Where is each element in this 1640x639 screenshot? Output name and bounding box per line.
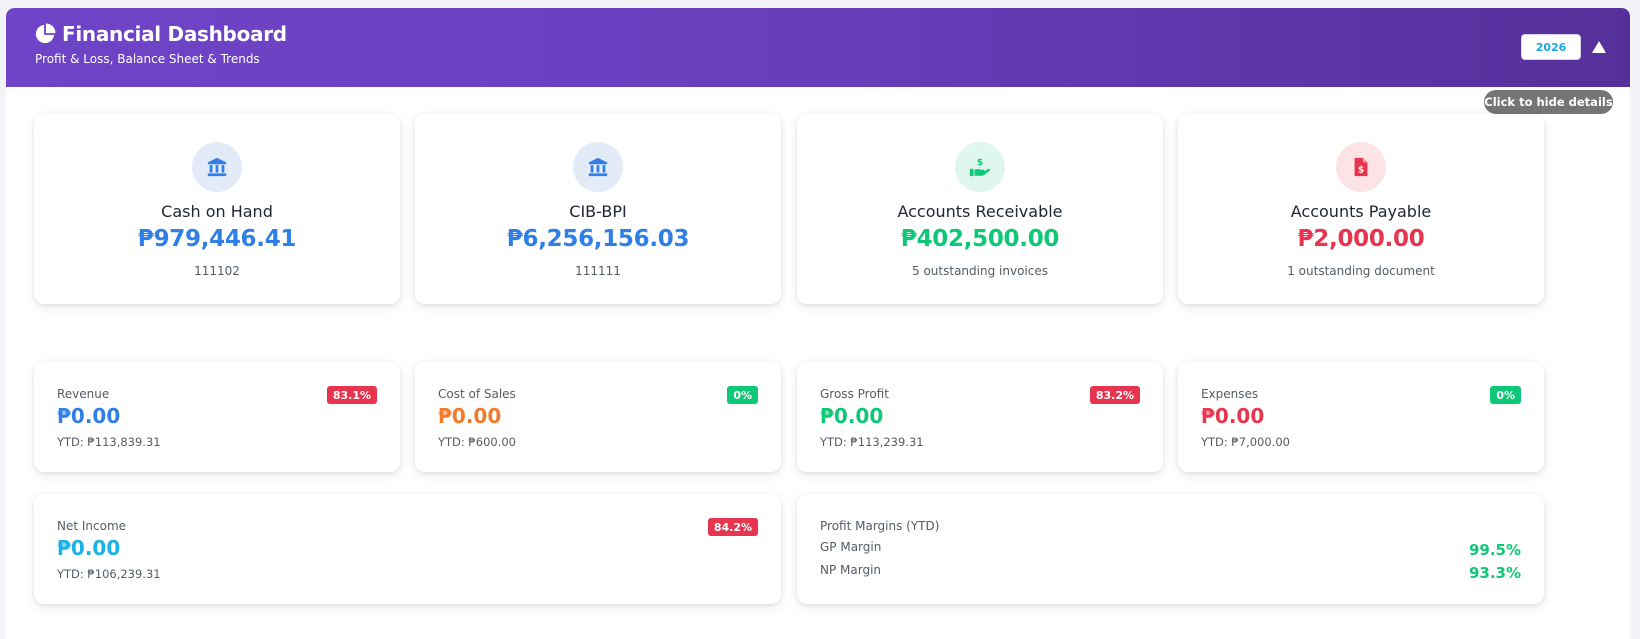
account-card-cib-bpi: CIB-BPI ₱6,256,156.03 111111 [415, 114, 781, 304]
metric-ytd: YTD: ₱113,839.31 [57, 435, 161, 449]
metric-value: ₱0.00 [57, 404, 121, 428]
account-code: 111111 [575, 264, 621, 278]
metric-badge: 83.1% [326, 386, 377, 404]
year-select-button[interactable]: 2026 [1521, 34, 1581, 60]
metric-label: Gross Profit [820, 387, 889, 401]
svg-text:$: $ [1358, 165, 1364, 176]
pie-chart-icon [35, 23, 56, 44]
account-amount: ₱979,446.41 [137, 226, 297, 252]
metric-card-revenue: Revenue 83.1% ₱0.00 YTD: ₱113,839.31 [34, 362, 400, 472]
profit-margins-card: Profit Margins (YTD) GP Margin NP Margin… [797, 494, 1544, 604]
net-income-badge: 84.2% [707, 518, 758, 536]
account-subtext: 5 outstanding invoices [912, 264, 1048, 278]
collapse-caret-icon[interactable] [1590, 38, 1608, 56]
dashboard-panel: Financial Dashboard Profit & Loss, Balan… [6, 8, 1630, 639]
metric-label: Expenses [1201, 387, 1259, 401]
hand-dollar-icon: $ [955, 142, 1005, 192]
account-card-cash-on-hand: Cash on Hand ₱979,446.41 111102 [34, 114, 400, 304]
invoice-dollar-icon: $ [1336, 142, 1386, 192]
net-income-label: Net Income [57, 519, 127, 533]
account-card-accounts-receivable: $ Accounts Receivable ₱402,500.00 5 outs… [797, 114, 1163, 304]
metric-badge: 0% [1490, 386, 1521, 404]
gp-margin-value: 99.5% [1468, 541, 1521, 559]
net-income-card: Net Income 84.2% ₱0.00 YTD: ₱106,239.31 [34, 494, 781, 604]
hide-details-tooltip: Click to hide details [1484, 90, 1613, 114]
metric-value: ₱0.00 [820, 404, 884, 428]
account-name: Cash on Hand [161, 202, 273, 221]
dashboard-title: Financial Dashboard [34, 22, 287, 46]
metric-ytd: YTD: ₱113,239.31 [820, 435, 924, 449]
dashboard-header: Financial Dashboard Profit & Loss, Balan… [6, 8, 1630, 87]
account-name: CIB-BPI [569, 202, 627, 221]
metric-label: Revenue [57, 387, 110, 401]
bank-icon [573, 142, 623, 192]
account-subtext: 1 outstanding document [1287, 264, 1435, 278]
metric-value: ₱0.00 [1201, 404, 1265, 428]
dashboard-title-text: Financial Dashboard [62, 22, 287, 46]
metric-ytd: YTD: ₱7,000.00 [1201, 435, 1290, 449]
account-amount: ₱402,500.00 [900, 226, 1060, 252]
metric-label: Cost of Sales [438, 387, 516, 401]
account-card-accounts-payable: $ Accounts Payable ₱2,000.00 1 outstandi… [1178, 114, 1544, 304]
account-amount: ₱2,000.00 [1297, 226, 1425, 252]
metric-badge: 0% [727, 386, 758, 404]
metric-card-cost-of-sales: Cost of Sales 0% ₱0.00 YTD: ₱600.00 [415, 362, 781, 472]
account-name: Accounts Receivable [897, 202, 1063, 221]
account-name: Accounts Payable [1290, 202, 1432, 221]
metric-badge: 83.2% [1089, 386, 1140, 404]
np-margin-label: NP Margin [820, 563, 882, 577]
np-margin-value: 93.3% [1468, 564, 1521, 582]
svg-text:$: $ [977, 157, 983, 168]
account-code: 111102 [194, 264, 240, 278]
dashboard-subtitle: Profit & Loss, Balance Sheet & Trends [35, 52, 260, 66]
account-amount: ₱6,256,156.03 [506, 226, 690, 252]
metric-card-expenses: Expenses 0% ₱0.00 YTD: ₱7,000.00 [1178, 362, 1544, 472]
net-income-value: ₱0.00 [57, 536, 121, 560]
net-income-ytd: YTD: ₱106,239.31 [57, 567, 161, 581]
metric-ytd: YTD: ₱600.00 [438, 435, 516, 449]
metric-value: ₱0.00 [438, 404, 502, 428]
gp-margin-label: GP Margin [820, 540, 882, 554]
profit-margins-title: Profit Margins (YTD) [820, 519, 940, 533]
bank-icon [192, 142, 242, 192]
metric-card-gross-profit: Gross Profit 83.2% ₱0.00 YTD: ₱113,239.3… [797, 362, 1163, 472]
